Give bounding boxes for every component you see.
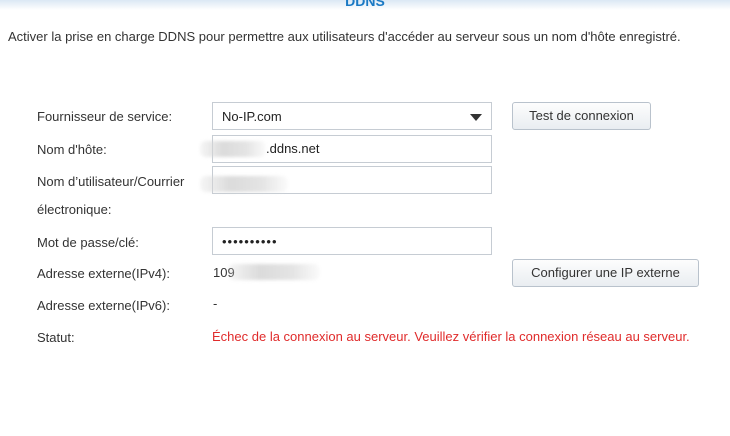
status-label: Statut: (37, 330, 75, 345)
username-label-line1: Nom d’utilisateur/Courrier (37, 174, 185, 189)
password-label: Mot de passe/clé: (37, 235, 139, 250)
password-field[interactable]: •••••••••• (212, 227, 492, 255)
dialog-title: DDNS (345, 0, 385, 9)
redacted-hostname (200, 141, 266, 157)
ipv6-value: - (213, 296, 218, 311)
chevron-down-icon[interactable] (470, 114, 482, 121)
redacted-username (200, 176, 288, 192)
status-message: Échec de la connexion au serveur. Veuill… (212, 329, 690, 344)
configure-external-ip-button[interactable]: Configurer une IP externe (512, 259, 699, 287)
ipv6-label: Adresse externe(IPv6): (37, 298, 170, 313)
username-label-line2: électronique: (37, 202, 112, 217)
hostname-field[interactable]: .ddns.net (200, 135, 492, 163)
provider-label: Fournisseur de service: (37, 109, 173, 124)
provider-select[interactable]: No-IP.com (212, 102, 492, 130)
provider-value: No-IP.com (222, 109, 282, 124)
ipv4-label: Adresse externe(IPv4): (37, 266, 170, 281)
hostname-value: .ddns.net (266, 141, 320, 156)
redacted-ipv4 (228, 264, 320, 280)
test-connection-button[interactable]: Test de connexion (512, 102, 651, 130)
hostname-label: Nom d'hôte: (37, 142, 107, 157)
password-value: •••••••••• (222, 234, 278, 249)
dialog-header: DDNS (0, 0, 730, 10)
ddns-description: Activer la prise en charge DDNS pour per… (8, 29, 681, 44)
